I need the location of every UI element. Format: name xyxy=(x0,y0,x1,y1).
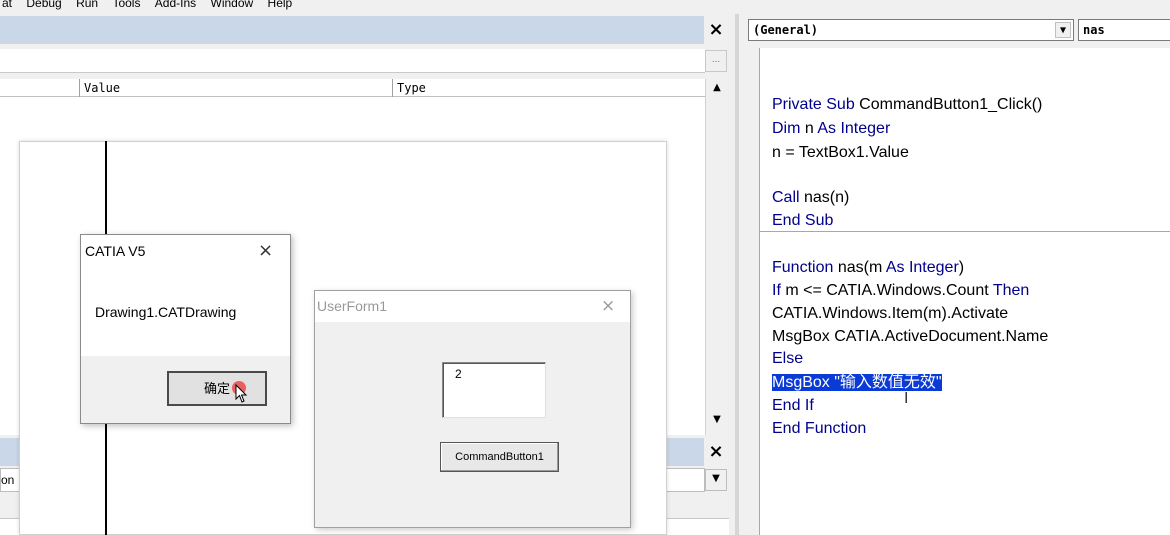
code-line-11[interactable]: MsgBox "输入数值无效" xyxy=(772,372,942,394)
menu-tools[interactable]: Tools xyxy=(112,0,140,10)
msgbox-message: Drawing1.CATDrawing xyxy=(95,304,237,320)
object-combo-value: (General) xyxy=(753,23,819,37)
locals-close-icon[interactable]: × xyxy=(705,19,727,41)
menu-run[interactable]: Run xyxy=(76,0,98,10)
code-line-12[interactable]: End If xyxy=(772,395,814,417)
call-stack-button[interactable]: ... xyxy=(705,50,727,72)
menu-format[interactable]: at xyxy=(2,0,12,10)
code-line-3[interactable]: n = TextBox1.Value xyxy=(772,142,909,164)
code-line-2[interactable]: Dim n As Integer xyxy=(772,118,890,140)
watch-dropdown-icon[interactable]: ▼ xyxy=(705,469,727,491)
column-type[interactable]: Type xyxy=(392,79,705,97)
userform-close-icon[interactable]: × xyxy=(601,296,615,316)
code-line-5[interactable]: End Sub xyxy=(772,210,833,232)
locals-context-bar xyxy=(0,49,705,73)
code-line-9[interactable]: MsgBox CATIA.ActiveDocument.Name xyxy=(772,326,1048,348)
code-line-7[interactable]: If m <= CATIA.Windows.Count Then xyxy=(772,280,1029,302)
code-line-6[interactable]: Function nas(m As Integer) xyxy=(772,257,964,279)
msgbox-close-icon[interactable]: × xyxy=(258,240,273,261)
procedure-combo[interactable]: nas xyxy=(1078,19,1170,41)
code-line-1[interactable]: Private Sub CommandButton1_Click() xyxy=(772,94,1042,116)
code-line-8[interactable]: CATIA.Windows.Item(m).Activate xyxy=(772,303,1008,325)
object-combo[interactable]: (General) ▼ xyxy=(748,19,1074,41)
menu-debug[interactable]: Debug xyxy=(26,0,61,10)
chevron-down-icon[interactable]: ▼ xyxy=(1055,22,1071,38)
scroll-down-icon[interactable]: ▼ xyxy=(706,411,728,429)
code-line-10[interactable]: Else xyxy=(772,348,803,370)
code-margin[interactable] xyxy=(742,48,760,535)
column-expression[interactable] xyxy=(0,79,79,97)
menu-window[interactable]: Window xyxy=(211,0,254,10)
locals-titlebar[interactable] xyxy=(0,16,704,44)
msgbox-title: CATIA V5 xyxy=(85,243,146,259)
commandbutton1[interactable]: CommandButton1 xyxy=(440,442,559,472)
menu-help[interactable]: Help xyxy=(268,0,293,10)
selected-code[interactable]: MsgBox "输入数值无效" xyxy=(772,374,942,391)
menu-add-ins[interactable]: Add-Ins xyxy=(155,0,196,10)
mouse-pointer-icon xyxy=(235,383,249,409)
textbox1-input[interactable]: 2 xyxy=(442,362,546,418)
column-value[interactable]: Value xyxy=(79,79,392,97)
code-line-4[interactable]: Call nas(n) xyxy=(772,187,849,209)
locals-header: Value Type xyxy=(0,79,705,97)
userform-title: UserForm1 xyxy=(317,298,388,314)
ibeam-cursor-icon: I xyxy=(904,390,909,407)
ok-button[interactable]: 确定 xyxy=(167,371,267,406)
menu-bar: at Debug Run Tools Add-Ins Window Help xyxy=(0,0,1170,14)
scroll-up-icon[interactable]: ▲ xyxy=(706,79,728,97)
code-line-13[interactable]: End Function xyxy=(772,418,866,440)
locals-scrollbar[interactable]: ▲ ▼ xyxy=(705,79,729,435)
watch-close-icon[interactable]: × xyxy=(705,441,727,463)
